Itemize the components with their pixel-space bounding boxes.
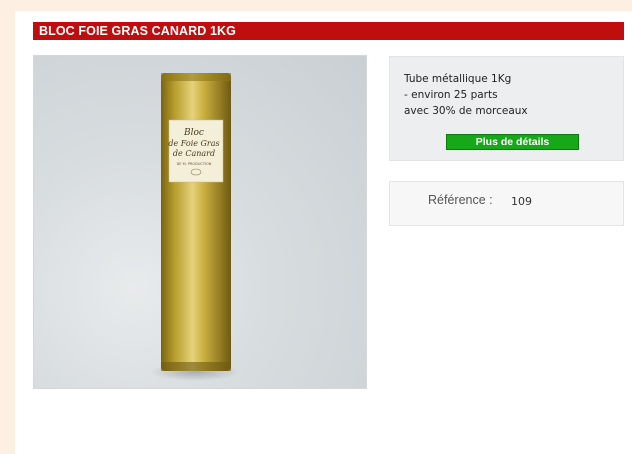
reference-label: Référence : bbox=[428, 193, 493, 207]
tin-label-line-2: de Foie Gras bbox=[168, 139, 219, 148]
description-line-1: Tube métallique 1Kg bbox=[404, 73, 512, 85]
more-details-button[interactable]: Plus de détails bbox=[446, 134, 579, 150]
description-line-3: avec 30% de morceaux bbox=[404, 105, 528, 117]
product-description-box: Tube métallique 1Kg - environ 25 parts a… bbox=[389, 56, 624, 161]
tin-label-small-print: DE M. PRODUCTION bbox=[177, 162, 212, 166]
product-title: BLOC FOIE GRAS CANARD 1KG bbox=[33, 22, 624, 40]
tin-can-illustration: Bloc de Foie Gras de Canard DE M. PRODUC… bbox=[150, 73, 240, 381]
product-image[interactable]: Bloc de Foie Gras de Canard DE M. PRODUC… bbox=[33, 55, 367, 389]
reference-box: Référence : 109 bbox=[389, 181, 624, 226]
tin-label-line-3: de Canard bbox=[173, 149, 215, 158]
reference-value: 109 bbox=[511, 195, 532, 208]
description-line-2: - environ 25 parts bbox=[404, 89, 498, 101]
tin-label-line-1: Bloc bbox=[183, 128, 204, 138]
